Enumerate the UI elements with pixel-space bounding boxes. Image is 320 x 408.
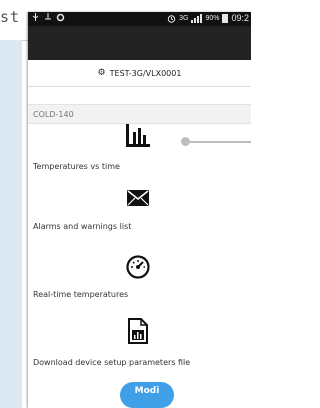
usb-icon — [32, 13, 39, 21]
menu-label-temperatures-vs-time: Temperatures vs time — [33, 162, 120, 171]
gear-icon: ⚙ — [97, 67, 106, 78]
menu-label-download-setup-file: Download device setup parameters file — [33, 358, 191, 367]
network-type: 3G — [179, 14, 189, 22]
device-header: ⚙ TEST-3G/VLX0001 — [28, 60, 251, 87]
menu-item-alarms-and-warnings[interactable]: Alarms and warnings list — [28, 190, 251, 240]
settings-icon — [56, 13, 65, 22]
status-left-icons — [31, 13, 65, 22]
status-right-icons: 3G 90% 09:2 — [167, 13, 249, 23]
alarm-icon — [167, 14, 176, 23]
modify-button-label: Modi — [134, 386, 160, 396]
document-chart-icon — [118, 318, 158, 344]
battery-percent: 90% — [205, 14, 220, 22]
menu-item-download-setup-file[interactable]: Download device setup parameters file — [28, 318, 251, 378]
envelope-icon — [118, 190, 158, 206]
background-partial-text: st — [0, 8, 21, 26]
speedometer-icon — [118, 255, 158, 279]
section-label: COLD-140 — [33, 109, 74, 119]
background-panel — [0, 40, 22, 408]
menu-label-alarms-and-warnings: Alarms and warnings list — [33, 222, 132, 231]
menu-item-temperatures-vs-time[interactable]: Temperatures vs time — [28, 124, 251, 182]
bar-chart-icon — [118, 124, 158, 148]
menu-item-real-time-temperatures[interactable]: Real-time temperatures — [28, 255, 251, 305]
signal-icon — [191, 13, 203, 23]
notification-icon — [45, 13, 51, 20]
status-time: 09:2 — [231, 13, 249, 23]
slider-handle[interactable] — [181, 137, 190, 146]
screen: st 3G 90% 09:2 ⚙ TEST-3G/VLX0001 COLD-14… — [0, 0, 251, 408]
phone-screen: 3G 90% 09:2 ⚙ TEST-3G/VLX0001 COLD-140 T… — [28, 12, 251, 408]
menu-label-real-time-temperatures: Real-time temperatures — [33, 290, 129, 299]
slider-track[interactable] — [183, 141, 251, 143]
device-name: TEST-3G/VLX0001 — [109, 68, 182, 78]
modify-button[interactable]: Modi — [120, 382, 174, 408]
section-row[interactable]: COLD-140 — [28, 104, 251, 124]
app-bar — [28, 26, 251, 60]
battery-icon — [222, 13, 229, 23]
status-bar: 3G 90% 09:2 — [28, 12, 251, 26]
